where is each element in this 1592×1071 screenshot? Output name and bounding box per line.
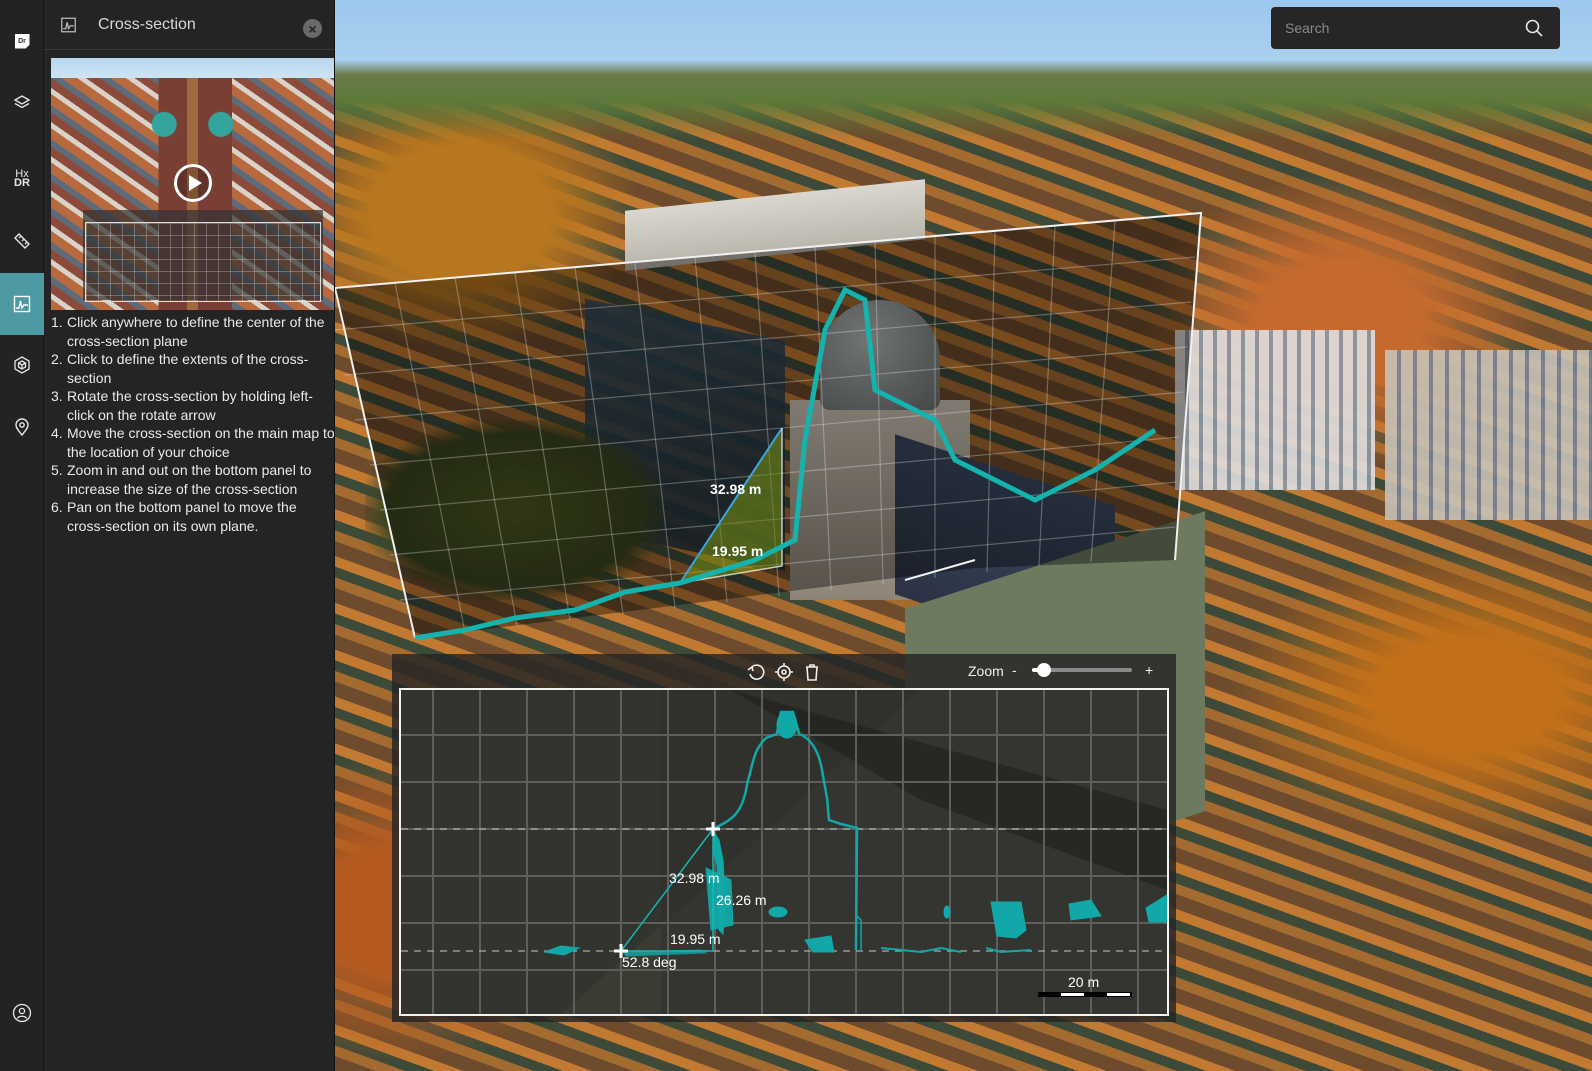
- video-mini-grid: [85, 222, 321, 302]
- instruction-number: 4.: [51, 425, 63, 441]
- panel-header: Cross-section ×: [44, 0, 334, 50]
- tutorial-video[interactable]: [51, 58, 334, 310]
- instruction-number: 2.: [51, 351, 63, 367]
- profile-blob: [768, 906, 788, 918]
- map-dome: [820, 300, 940, 410]
- profile-blob: [943, 905, 951, 919]
- play-button[interactable]: [174, 164, 212, 202]
- instruction-number: 3.: [51, 388, 63, 404]
- instructions-list: 1. Click anywhere to define the center of…: [51, 313, 335, 535]
- instruction-text: Zoom in and out on the bottom panel to i…: [67, 462, 312, 497]
- search-box: [1271, 7, 1560, 49]
- instruction-text: Move the cross-section on the main map t…: [67, 425, 335, 460]
- viewer-toolbar: Zoom - +: [392, 654, 1176, 688]
- zoom-slider-thumb[interactable]: [1037, 663, 1051, 677]
- instruction-text: Click to define the extents of the cross…: [67, 351, 309, 386]
- cross-section-icon: [13, 295, 31, 313]
- instruction-item: 4. Move the cross-section on the main map…: [51, 424, 335, 461]
- label-hypotenuse: 32.98 m: [669, 870, 720, 886]
- video-sky: [51, 58, 334, 78]
- cube-icon: [14, 356, 30, 374]
- label-angle: 52.8 deg: [622, 954, 677, 970]
- rail-item-logo[interactable]: Dr: [0, 10, 44, 72]
- rail-item-cross-section[interactable]: [0, 273, 44, 335]
- map-park: [365, 420, 665, 600]
- hxdr-icon: Hx DR: [14, 169, 30, 189]
- profile-blob: [990, 901, 1027, 939]
- instruction-item: 5. Zoom in and out on the bottom panel to…: [51, 461, 335, 498]
- cross-section-viewer: Zoom - + 32.98 m 26.26 m 19.95 m 52.8 de…: [392, 654, 1176, 1022]
- app-logo-icon: Dr: [14, 33, 30, 49]
- cross-section-plot: 32.98 m 26.26 m 19.95 m 52.8 deg: [401, 690, 1167, 1014]
- hxdr-bottom: DR: [14, 177, 30, 189]
- rail-item-hxdr[interactable]: Hx DR: [0, 148, 44, 210]
- instruction-text: Rotate the cross-section by holding left…: [67, 388, 313, 423]
- label-height: 26.26 m: [716, 892, 767, 908]
- instruction-item: 3. Rotate the cross-section by holding le…: [51, 387, 335, 424]
- close-icon: ×: [308, 20, 317, 37]
- icon-rail: Dr Hx DR: [0, 0, 44, 1071]
- zoom-label: Zoom: [968, 663, 1004, 679]
- zoom-in-button[interactable]: +: [1145, 662, 1153, 678]
- rotate-icon[interactable]: [746, 662, 766, 682]
- zoom-out-button[interactable]: -: [1012, 662, 1017, 678]
- rail-item-location[interactable]: [0, 396, 44, 458]
- rail-item-3d-model[interactable]: [0, 334, 44, 396]
- cross-section-icon: [61, 17, 76, 33]
- instruction-number: 5.: [51, 462, 63, 478]
- app-root: Dr Hx DR Cross-section × 1. Click anywhe…: [0, 0, 1592, 1071]
- cross-section-panel: Cross-section × 1. Click anywhere to defi…: [44, 0, 335, 1071]
- scale-segment: [1107, 993, 1130, 996]
- locate-icon[interactable]: [774, 662, 794, 682]
- map-building: [1175, 330, 1375, 490]
- rail-item-layers[interactable]: [0, 72, 44, 134]
- cross-section-canvas[interactable]: 32.98 m 26.26 m 19.95 m 52.8 deg 20 m: [399, 688, 1169, 1016]
- rail-item-account[interactable]: [0, 982, 44, 1044]
- panel-title: Cross-section: [98, 16, 196, 33]
- search-icon[interactable]: [1524, 18, 1544, 38]
- instruction-number: 6.: [51, 499, 63, 515]
- zoom-slider[interactable]: [1032, 663, 1132, 677]
- logo-text: Dr: [18, 37, 26, 45]
- instruction-item: 2. Click to define the extents of the cr…: [51, 350, 335, 387]
- map-building: [625, 179, 925, 271]
- profile-blob: [1068, 899, 1102, 921]
- scale-segment: [1061, 993, 1084, 996]
- trash-icon[interactable]: [802, 662, 822, 682]
- profile-lantern: [776, 711, 798, 739]
- close-button[interactable]: ×: [303, 19, 322, 38]
- instruction-item: 6. Pan on the bottom panel to move the cr…: [51, 498, 335, 535]
- instruction-text: Click anywhere to define the center of t…: [67, 314, 325, 349]
- map-building: [1385, 350, 1592, 520]
- label-base: 19.95 m: [670, 931, 721, 947]
- instruction-item: 1. Click anywhere to define the center of…: [51, 313, 335, 350]
- map-pin-icon: [15, 418, 29, 437]
- layers-icon: [13, 95, 31, 109]
- scale-label: 20 m: [1068, 974, 1100, 990]
- instruction-text: Pan on the bottom panel to move the cros…: [67, 499, 297, 534]
- profile-blob: [1145, 894, 1167, 923]
- search-input[interactable]: [1285, 7, 1515, 49]
- user-icon: [12, 1003, 32, 1023]
- ruler-icon: [14, 233, 30, 249]
- rail-item-measure[interactable]: [0, 210, 44, 272]
- scale-bar: [1038, 992, 1132, 997]
- instruction-number: 1.: [51, 314, 63, 330]
